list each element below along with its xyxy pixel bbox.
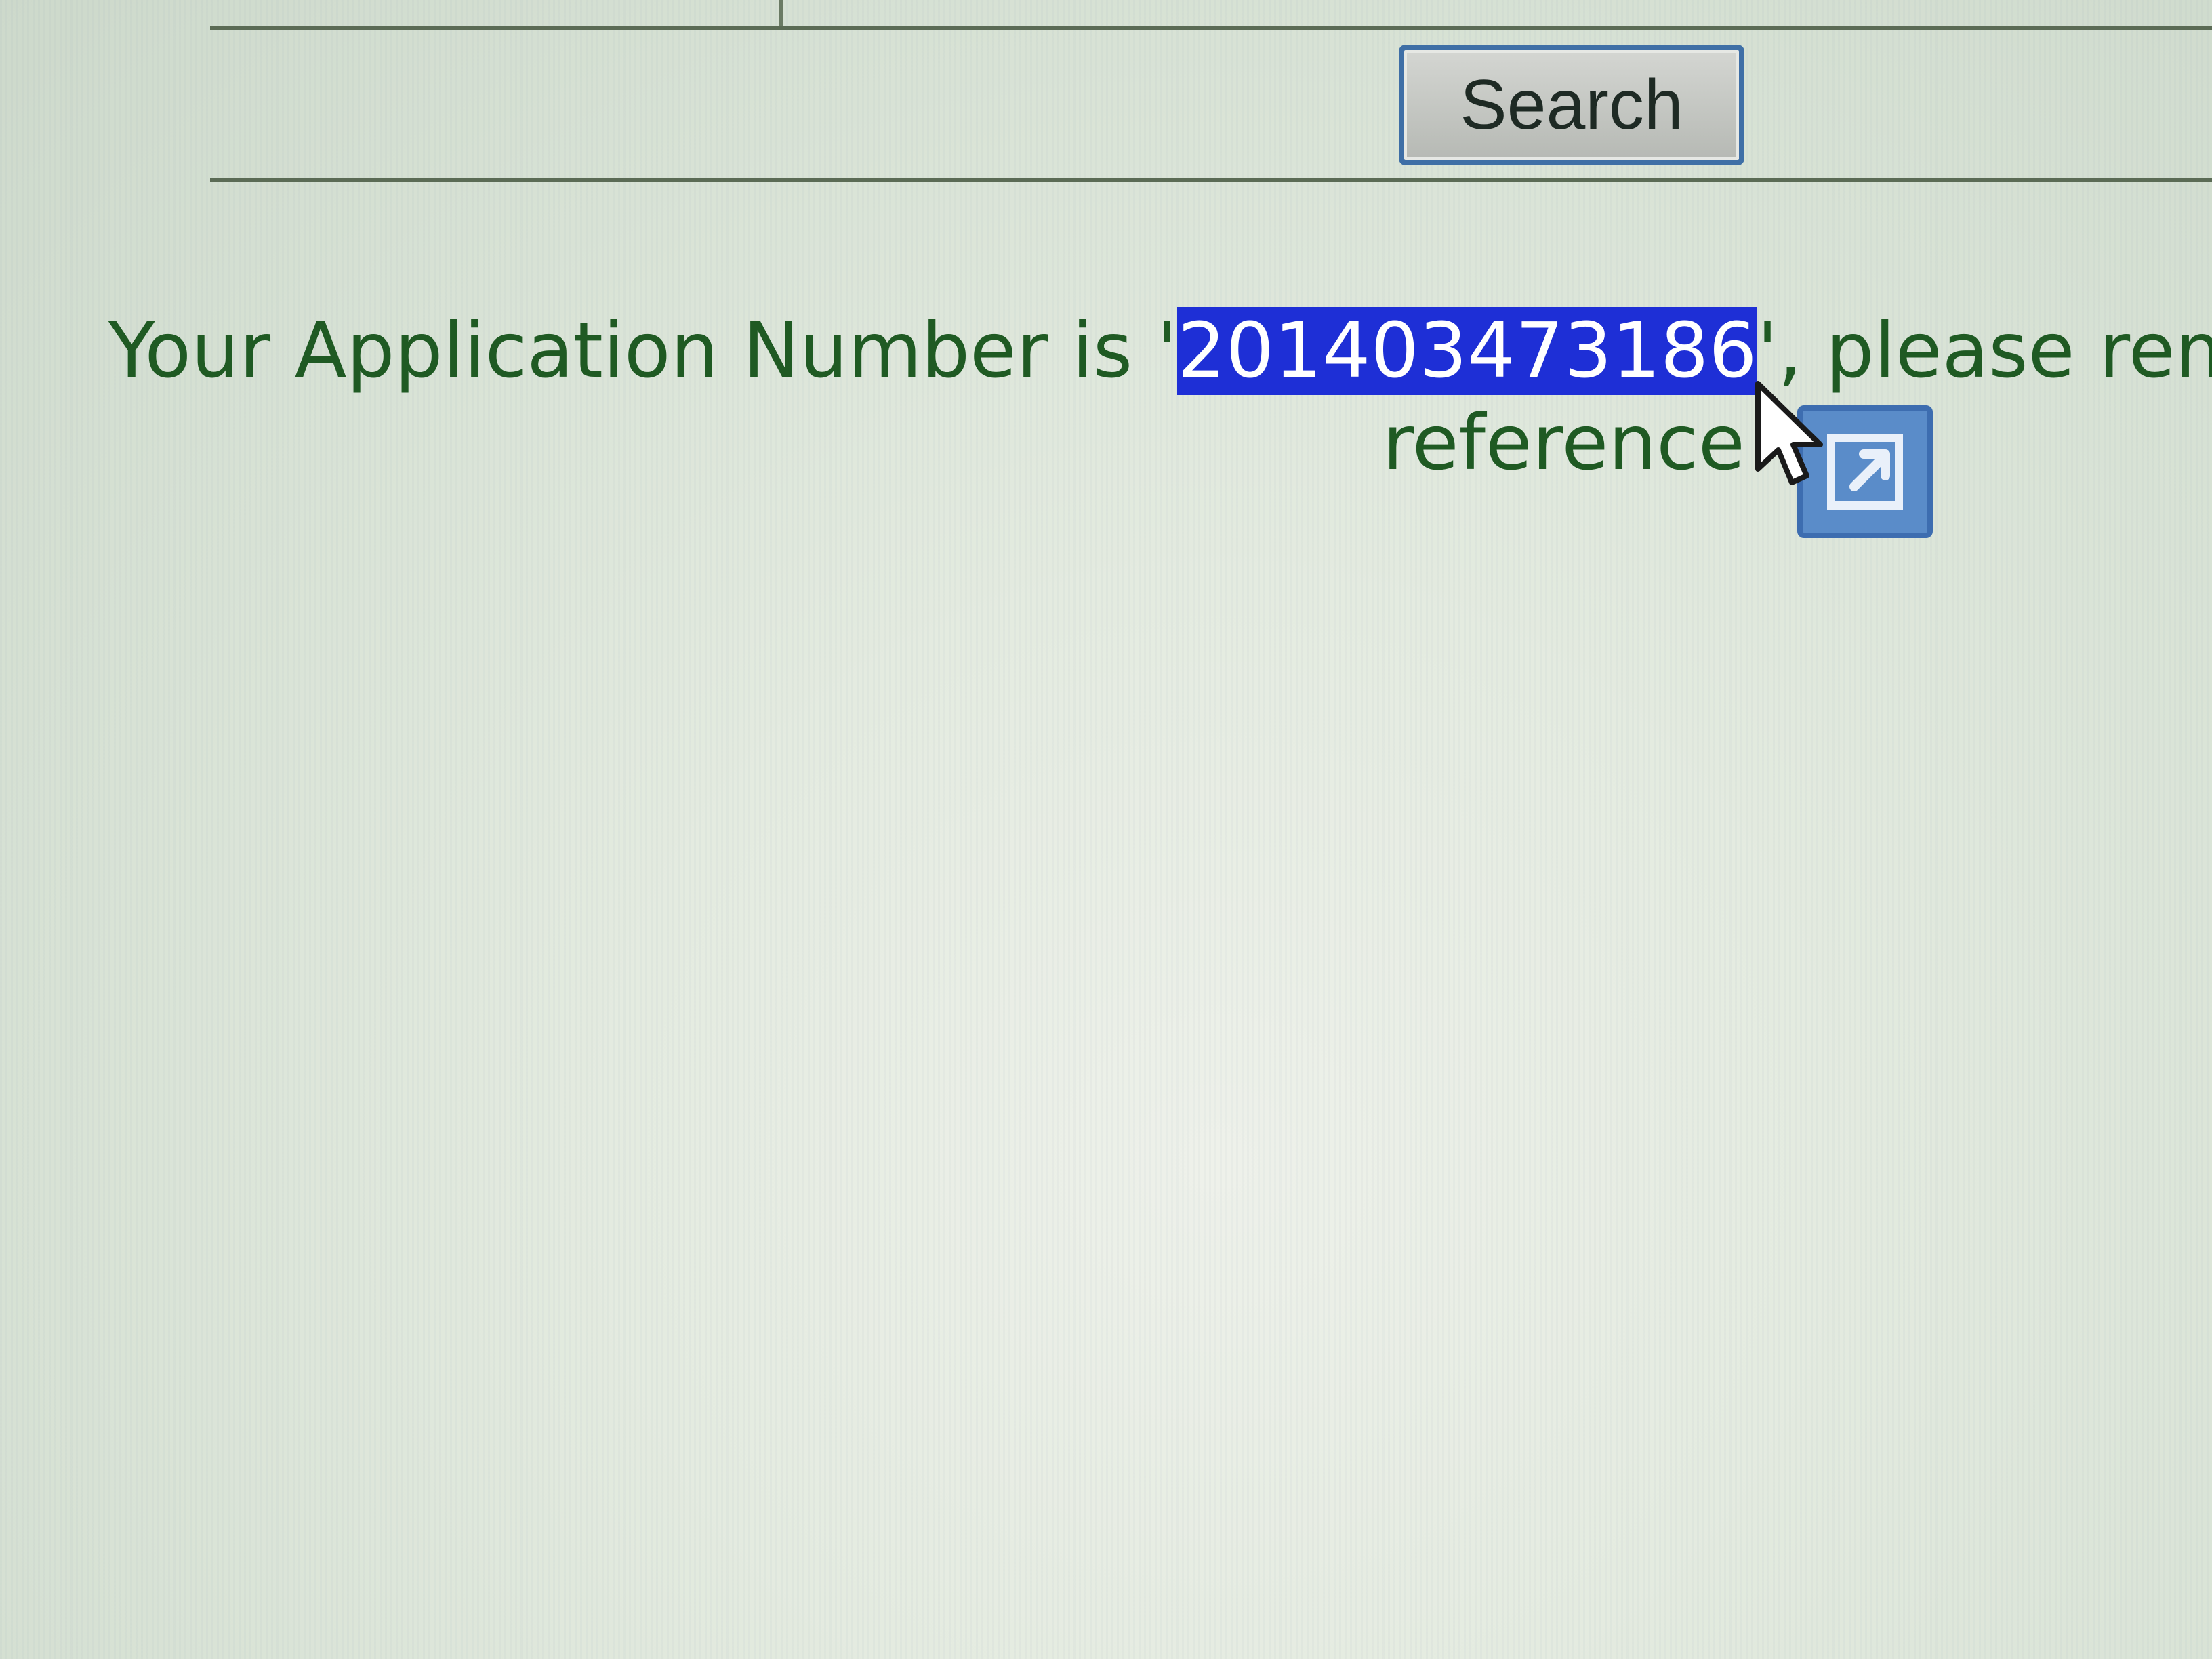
confirmation-message: Your Application Number is '201403473186… [108, 304, 2212, 398]
divider-tick [779, 0, 783, 26]
top-divider [210, 0, 2212, 30]
search-button[interactable]: Search [1399, 45, 1744, 165]
bottom-divider [210, 178, 2212, 182]
screen-background [0, 0, 2212, 1659]
message-line-2: reference [1382, 399, 1745, 487]
application-number[interactable]: 201403473186 [1177, 307, 1757, 395]
arrow-up-right-icon [1827, 434, 1903, 510]
message-prefix: Your Application Number is ' [108, 307, 1178, 395]
mouse-pointer-icon [1755, 381, 1823, 485]
